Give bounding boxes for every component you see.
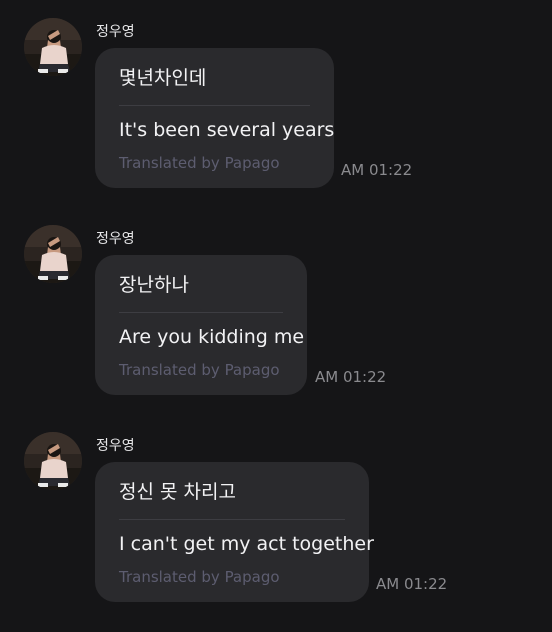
chat-log: 정우영 몇년차인데 It's been several years Transl… (0, 0, 552, 632)
timestamp: AM 01:22 (376, 575, 448, 593)
translation-credit: Translated by Papago (119, 361, 280, 379)
original-text: 장난하나 (119, 274, 189, 296)
timestamp: AM 01:22 (341, 161, 413, 179)
avatar[interactable] (24, 432, 82, 490)
divider (119, 312, 283, 313)
profile-photo-icon (24, 225, 82, 283)
avatar[interactable] (24, 18, 82, 76)
message-bubble[interactable]: 몇년차인데 It's been several years Translated… (95, 48, 334, 188)
translation-credit: Translated by Papago (119, 154, 280, 172)
translated-text: It's been several years (119, 119, 335, 141)
avatar[interactable] (24, 225, 82, 283)
divider (119, 105, 310, 106)
translated-text: I can't get my act together (119, 533, 374, 555)
original-text: 정신 못 차리고 (119, 481, 236, 503)
sender-name: 정우영 (96, 24, 135, 40)
message-bubble[interactable]: 정신 못 차리고 I can't get my act together Tra… (95, 462, 374, 602)
profile-photo-icon (24, 432, 82, 490)
translated-text: Are you kidding me (119, 326, 305, 348)
translation-credit: Translated by Papago (119, 568, 280, 586)
sender-name: 정우영 (96, 231, 135, 247)
original-text: 몇년차인데 (119, 67, 207, 89)
timestamp: AM 01:22 (315, 368, 387, 386)
profile-photo-icon (24, 18, 82, 76)
sender-name: 정우영 (96, 438, 135, 454)
divider (119, 519, 345, 520)
message-bubble[interactable]: 장난하나 Are you kidding me Translated by Pa… (95, 255, 307, 395)
